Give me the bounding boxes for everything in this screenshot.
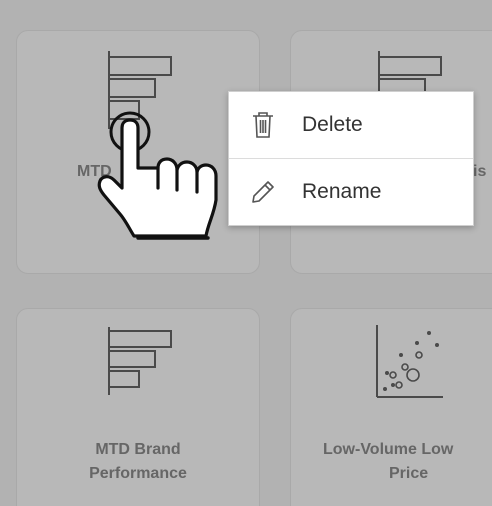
scatter-chart-icon xyxy=(376,325,443,398)
hand-pointer-icon xyxy=(97,111,218,240)
report-card-title-line2: Performance xyxy=(89,465,187,482)
report-card-title-line1: MTD Brand xyxy=(95,441,181,458)
report-card-title-line1: Low-Volume Low xyxy=(323,441,454,458)
trash-icon xyxy=(246,108,280,142)
bar-chart-icon xyxy=(108,327,172,395)
pencil-icon xyxy=(246,175,280,209)
menu-item-label: Delete xyxy=(302,113,363,136)
report-grid: MTD is MTD Brand Performance Low-Volume … xyxy=(0,0,492,506)
report-card-low-volume-low-price[interactable]: Low-Volume Low Price xyxy=(290,308,492,506)
report-card-title-line2: Price xyxy=(389,465,429,482)
report-card-title: is xyxy=(473,163,487,180)
menu-item-rename[interactable]: Rename xyxy=(229,159,473,225)
menu-item-delete[interactable]: Delete xyxy=(229,92,473,158)
menu-item-label: Rename xyxy=(302,180,382,203)
context-menu: Delete Rename xyxy=(228,91,474,226)
report-card-mtd-brand-performance[interactable]: MTD Brand Performance xyxy=(16,308,260,506)
